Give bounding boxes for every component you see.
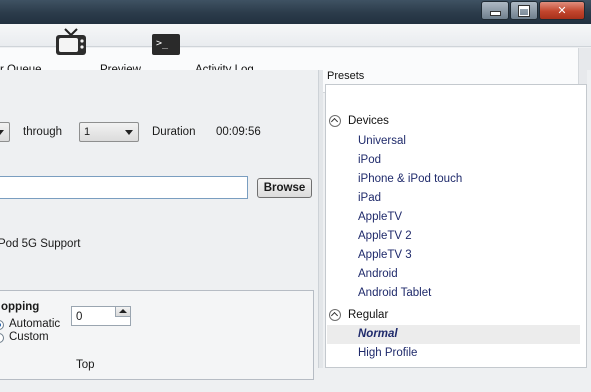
presets-title: Presets [327,70,365,82]
preset-appletv-3[interactable]: AppleTV 3 [358,249,412,261]
collapse-icon[interactable] [329,115,341,127]
group-devices-label: Devices [348,115,389,127]
duration-label: Duration [152,126,196,138]
browse-button[interactable]: Browse [257,178,312,198]
minimize-icon [489,11,501,16]
collapse-icon[interactable] [329,309,341,321]
preset-high-profile[interactable]: High Profile [358,347,417,359]
crop-top-stepper[interactable]: 0 [71,306,131,326]
minimize-button[interactable] [481,1,509,20]
preset-appletv-2[interactable]: AppleTV 2 [358,230,412,242]
close-button[interactable]: ✕ [539,1,585,20]
chevron-down-icon [0,130,4,135]
group-regular-label: Regular [348,309,389,321]
cropping-group: opping Automatic Custom Top [0,290,314,380]
through-label: through [23,126,63,138]
range-end-value: 1 [84,126,91,138]
chevron-down-icon [125,130,133,135]
close-icon: ✕ [557,4,567,17]
terminal-icon[interactable]: >_ [152,34,180,55]
ipod-support-checkbox-label[interactable]: Pod 5G Support [0,238,80,250]
window-title-bar: ✕ [0,0,591,24]
preset-ipad[interactable]: iPad [358,192,381,204]
window-controls: ✕ [480,1,585,20]
panel-splitter[interactable] [318,70,323,368]
source-settings-panel: through 1 Duration 00:09:56 Browse Pod 5… [0,70,318,380]
range-start-dropdown[interactable] [0,122,10,142]
custom-label[interactable]: Custom [9,331,49,343]
chevron-up-icon[interactable] [115,307,130,317]
custom-radio[interactable] [0,333,4,343]
preset-iphone-ipod-touch[interactable]: iPhone & iPod touch [358,173,462,185]
preset-normal[interactable]: Normal [358,328,398,340]
presets-tree: Devices Universal iPod iPhone & iPod tou… [325,84,587,368]
maximize-button[interactable] [510,1,538,20]
group-devices[interactable]: Devices [329,112,389,130]
preset-appletv[interactable]: AppleTV [358,211,402,223]
tv-icon[interactable] [55,28,87,58]
crop-top-value: 0 [76,311,83,323]
range-end-dropdown[interactable]: 1 [79,122,139,142]
maximize-icon [518,4,530,17]
preset-universal[interactable]: Universal [358,135,406,147]
crop-top-label: Top [76,359,95,371]
automatic-radio[interactable] [0,320,4,330]
destination-file-input[interactable] [0,176,248,199]
group-regular[interactable]: Regular [329,306,388,324]
automatic-label[interactable]: Automatic [9,318,60,330]
preset-android[interactable]: Android [358,268,398,280]
menu-strip [0,24,591,47]
cropping-title: opping [1,301,40,313]
duration-value: 00:09:56 [216,126,261,138]
preset-ipod[interactable]: iPod [358,154,381,166]
window-right-edge [587,70,591,368]
preset-android-tablet[interactable]: Android Tablet [358,287,431,299]
